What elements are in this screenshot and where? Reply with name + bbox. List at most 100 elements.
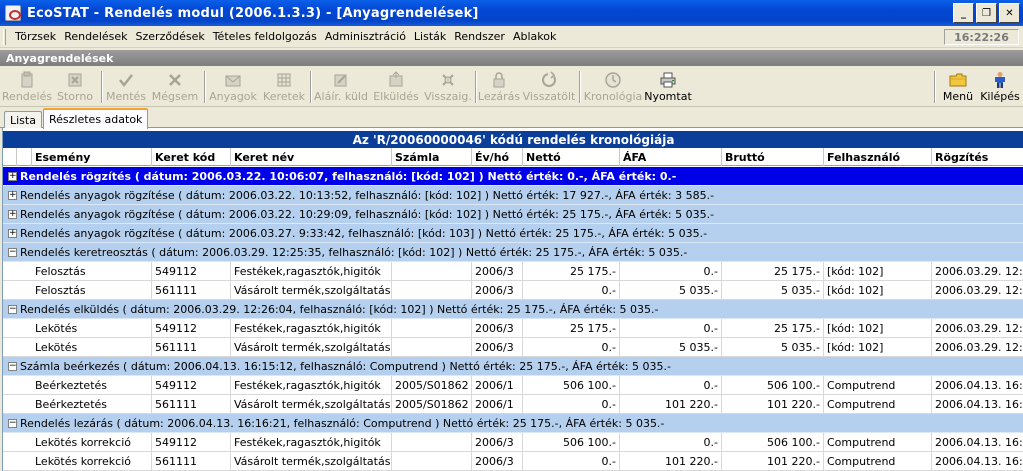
- header-esemeny[interactable]: Esemény: [32, 148, 152, 166]
- expand-icon[interactable]: +: [8, 191, 17, 200]
- group-row[interactable]: − Rendelés keretreosztás ( dátum: 2006.03…: [3, 243, 1023, 262]
- kilepes-button[interactable]: Kilépés: [979, 69, 1021, 105]
- table-cell: 2005/S01862: [392, 395, 472, 414]
- expand-icon[interactable]: +: [8, 172, 17, 181]
- table-cell: 25 175.-: [523, 319, 620, 338]
- table-row[interactable]: Beérkeztetés 561111 Vásárolt termék,szolgá…: [3, 395, 1023, 414]
- menu-rendelesek[interactable]: Rendelések: [60, 30, 131, 43]
- grid-icon: [274, 71, 294, 89]
- header-keret-kod[interactable]: Keret kód: [152, 148, 231, 166]
- header-rogzites[interactable]: Rögzítés: [932, 148, 1023, 166]
- expand-icon[interactable]: +: [8, 229, 17, 238]
- table-cell: Festékek,ragasztók,higitók: [231, 376, 392, 395]
- table-cell: 549112: [152, 376, 231, 395]
- minimize-button[interactable]: _: [953, 3, 974, 23]
- toolbar-separator: [310, 71, 312, 103]
- elkuldes-button[interactable]: Elküldés: [372, 69, 420, 105]
- table-cell: Computrend: [824, 433, 932, 452]
- tab-lista[interactable]: Lista: [4, 111, 42, 128]
- send-icon: [386, 71, 406, 89]
- table-cell: 25 175.-: [722, 262, 824, 281]
- toolbar-separator: [934, 71, 936, 103]
- menu-szerzodesek[interactable]: Szerződések: [132, 30, 209, 43]
- lezaras-button[interactable]: Lezárás: [478, 69, 520, 105]
- close-button[interactable]: ✕: [999, 3, 1020, 23]
- group-row[interactable]: + Rendelés rögzítés ( dátum: 2006.03.22. …: [3, 167, 1023, 186]
- table-cell: 2006.04.13. 16:1: [932, 376, 1023, 395]
- table-cell: Festékek,ragasztók,higitók: [231, 262, 392, 281]
- menu-torzsek[interactable]: Törzsek: [9, 30, 60, 43]
- table-row[interactable]: Lekötés 549112 Festékek,ragasztók,higitók 2…: [3, 319, 1023, 338]
- mentes-button[interactable]: Mentés: [105, 69, 147, 105]
- table-cell: 2006/1: [472, 376, 523, 395]
- header-indicator: [17, 148, 32, 166]
- group-row[interactable]: + Rendelés anyagok rögzítése ( dátum: 200…: [3, 224, 1023, 243]
- nyomtat-button[interactable]: Nyomtat: [644, 69, 692, 105]
- group-row[interactable]: + Rendelés anyagok rögzítése ( dátum: 200…: [3, 205, 1023, 224]
- collapse-icon[interactable]: −: [8, 419, 17, 428]
- keretek-button[interactable]: Keretek: [262, 69, 306, 105]
- table-cell: 506 100.-: [523, 376, 620, 395]
- tab-reszletes-adatok[interactable]: Részletes adatok: [43, 108, 149, 129]
- app-icon[interactable]: [5, 5, 21, 21]
- table-cell: Vásárolt termék,szolgáltatás: [231, 395, 392, 414]
- table-cell: 5 035.-: [722, 281, 824, 300]
- header-szamla[interactable]: Számla: [392, 148, 472, 166]
- clock-icon: [603, 71, 623, 89]
- header-afa[interactable]: ÁFA: [620, 148, 722, 166]
- collapse-icon[interactable]: −: [8, 248, 17, 257]
- menu-ablakok[interactable]: Ablakok: [509, 30, 560, 43]
- alair-kuld-button[interactable]: Aláír. küld: [314, 69, 368, 105]
- menu-bar: Törzsek Rendelések Szerződések Tételes f…: [0, 26, 1023, 48]
- menu-listak[interactable]: Listák: [410, 30, 450, 43]
- table-row[interactable]: Lekötés korrekció 561111 Vásárolt termék,s…: [3, 452, 1023, 471]
- table-cell: 2006/3: [472, 281, 523, 300]
- chronology-grid: Az 'R/20060000046' kódú rendelés kronoló…: [2, 128, 1023, 471]
- table-cell: 0.-: [620, 319, 722, 338]
- restore-button[interactable]: ❐: [976, 3, 997, 23]
- collapse-icon[interactable]: −: [8, 362, 17, 371]
- toolbar-separator: [101, 71, 103, 103]
- table-row[interactable]: Felosztás 549112 Festékek,ragasztók,higitó…: [3, 262, 1023, 281]
- table-cell: 506 100.-: [722, 376, 824, 395]
- group-row[interactable]: + Rendelés anyagok rögzítése ( dátum: 200…: [3, 186, 1023, 205]
- form-title: Anyagrendelések: [0, 50, 1023, 66]
- table-cell: 0.-: [620, 433, 722, 452]
- kronologia-button[interactable]: Kronológia: [584, 69, 642, 105]
- table-cell: [kód: 102]: [824, 281, 932, 300]
- header-felhasznalo[interactable]: Felhasználó: [824, 148, 932, 166]
- table-cell: 5 035.-: [620, 281, 722, 300]
- menu-teteles-feldolgozas[interactable]: Tételes feldolgozás: [209, 30, 321, 43]
- group-row[interactable]: − Rendelés lezárás ( dátum: 2006.04.13. 1…: [3, 414, 1023, 433]
- group-row-text: Rendelés anyagok rögzítése ( dátum: 2006…: [20, 208, 715, 221]
- anyagok-button[interactable]: Anyagok: [208, 69, 258, 105]
- visszaig-button[interactable]: Visszaig.: [424, 69, 472, 105]
- header-keret-nev[interactable]: Keret név: [231, 148, 392, 166]
- header-netto[interactable]: Nettó: [523, 148, 620, 166]
- header-brutto[interactable]: Bruttó: [722, 148, 824, 166]
- table-cell: [392, 262, 472, 281]
- clock: 16:22:26: [944, 29, 1019, 45]
- table-cell: 506 100.-: [722, 433, 824, 452]
- table-row[interactable]: Lekötés korrekció 549112 Festékek,ragasztó…: [3, 433, 1023, 452]
- expand-icon[interactable]: +: [8, 210, 17, 219]
- table-row[interactable]: Beérkeztetés 549112 Festékek,ragasztók,hig…: [3, 376, 1023, 395]
- storno-button[interactable]: Storno: [53, 69, 97, 105]
- header-ev-ho[interactable]: Év/hó: [472, 148, 523, 166]
- printer-icon: [658, 71, 678, 89]
- menu-rendszer[interactable]: Rendszer: [450, 30, 509, 43]
- rendeles-button[interactable]: Rendelés: [2, 69, 52, 105]
- group-row[interactable]: − Rendelés elküldés ( dátum: 2006.03.29. …: [3, 300, 1023, 319]
- megsem-button[interactable]: Mégsem: [151, 69, 199, 105]
- table-cell: 0.-: [523, 452, 620, 471]
- menu-adminisztracio[interactable]: Adminisztráció: [321, 30, 410, 43]
- menu-button[interactable]: Menü: [939, 69, 977, 105]
- grid-title: Az 'R/20060000046' kódú rendelés kronoló…: [3, 131, 1023, 148]
- group-row[interactable]: − Számla beérkezés ( dátum: 2006.04.13. 1…: [3, 357, 1023, 376]
- table-row[interactable]: Felosztás 561111 Vásárolt termék,szolgálta…: [3, 281, 1023, 300]
- cancel-x-icon: [165, 71, 185, 89]
- group-row-text: Rendelés rögzítés ( dátum: 2006.03.22. 1…: [20, 170, 677, 183]
- visszatolt-button[interactable]: Visszatölt: [523, 69, 575, 105]
- collapse-icon[interactable]: −: [8, 305, 17, 314]
- table-row[interactable]: Lekötés 561111 Vásárolt termék,szolgáltatá…: [3, 338, 1023, 357]
